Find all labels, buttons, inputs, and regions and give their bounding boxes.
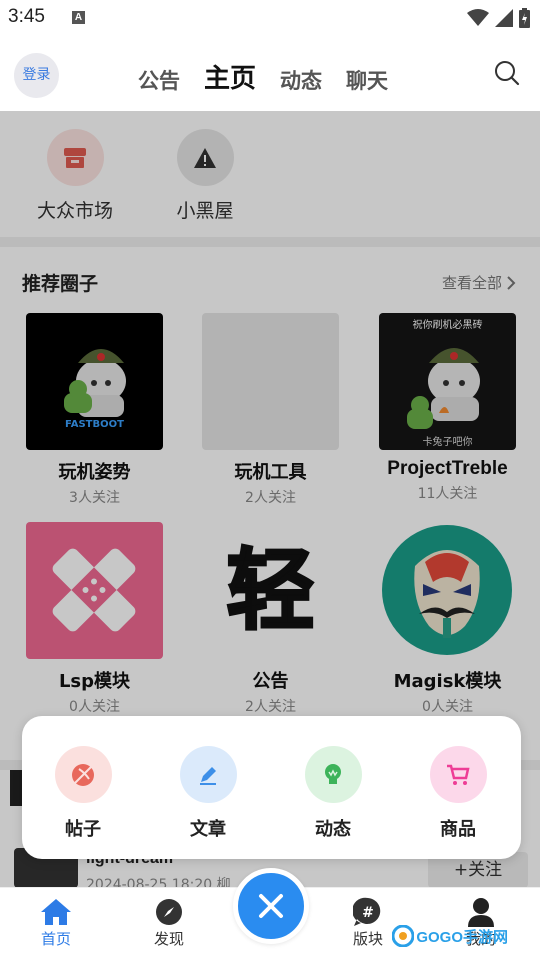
status-time: 3:45 [8,6,45,27]
top-tabs: 公告 主页 动态 聊天 [138,58,388,95]
compass-icon [129,896,209,928]
nav-discover[interactable]: 发现 [129,896,209,949]
battery-icon [519,8,530,28]
tab-home[interactable]: 主页 [204,58,256,95]
wifi-icon [467,9,489,26]
publish-label: 文章 [190,819,226,840]
watermark-text: GOGO手游网 [416,928,508,946]
login-button[interactable]: 登录 [14,53,59,98]
search-icon[interactable] [494,60,520,86]
user-icon [441,896,521,928]
nav-label: 发现 [153,930,184,948]
publish-sheet: 帖子 文章 动态 商品 [22,716,521,859]
watermark-logo-icon [392,925,415,947]
svg-text:#: # [362,905,374,921]
nav-label: 首页 [40,930,71,948]
site-watermark: GOGO手游网 [392,925,508,947]
bulb-icon [304,746,362,803]
nav-home[interactable]: 首页 [16,896,96,949]
publish-post-button[interactable]: 帖子 [38,746,128,841]
cart-icon [429,746,487,803]
notification-a-icon: A [72,11,85,24]
tab-chat[interactable]: 聊天 [346,65,388,95]
post-icon [54,746,112,803]
close-publish-button[interactable] [233,868,309,944]
tab-moments[interactable]: 动态 [280,65,322,95]
close-icon [259,894,283,918]
pencil-icon [179,746,237,803]
publish-label: 帖子 [65,819,101,840]
publish-label: 商品 [440,819,476,840]
status-bar: 3:45 A [0,0,540,36]
home-icon [16,896,96,928]
top-navigation: 登录 公告 主页 动态 聊天 [0,36,540,111]
publish-label: 动态 [315,819,351,840]
signal-icon [495,9,513,27]
publish-article-button[interactable]: 文章 [163,746,253,841]
tab-announcement[interactable]: 公告 [138,65,180,95]
publish-moment-button[interactable]: 动态 [288,746,378,841]
publish-product-button[interactable]: 商品 [413,746,503,841]
hashtag-icon: # [328,896,408,928]
